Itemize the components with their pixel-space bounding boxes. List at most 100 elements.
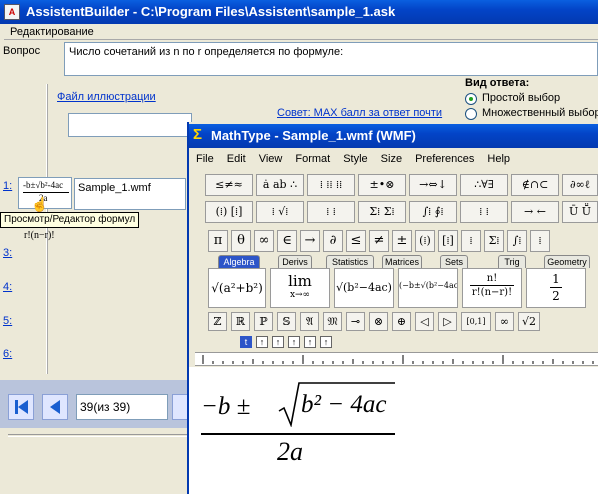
template-quadratic[interactable]: (−b±√(b²−4ac))/2a — [398, 268, 458, 308]
fractions-palette-button[interactable]: ⁞ √⁞ — [256, 201, 304, 223]
not-equal-button[interactable]: ≠ — [369, 230, 389, 252]
sums-palette-button[interactable]: Σ⁞ Σ⁞ — [358, 201, 406, 223]
integrals-palette-button[interactable]: ∫⁞ ∮⁞ — [409, 201, 457, 223]
illustration-field[interactable] — [68, 113, 192, 137]
tab-derivs[interactable]: Derivs — [278, 255, 312, 268]
fraction-button[interactable]: ⁞ — [461, 230, 481, 252]
partial-button[interactable]: ∂ — [323, 230, 343, 252]
tip-link[interactable]: Совет: MAX балл за ответ почти — [277, 107, 442, 119]
sets-palette-button[interactable]: ∉∩⊂ — [511, 174, 559, 196]
answer-number-1[interactable]: 1: — [3, 180, 12, 192]
integral-button[interactable]: ∫⁞ — [507, 230, 527, 252]
answer-number-3[interactable]: 3: — [3, 247, 12, 259]
sum-button[interactable]: Σ⁞ — [484, 230, 504, 252]
sqrt2-button[interactable]: √2 — [518, 312, 540, 331]
menu-view[interactable]: View — [259, 153, 283, 165]
template-discriminant[interactable]: √(b²−4ac) — [334, 268, 394, 308]
tab-algebra[interactable]: Algebra — [218, 255, 260, 268]
products-palette-button[interactable]: Ū Ṻ — [562, 201, 598, 223]
operators-palette-button[interactable]: ±•⊗ — [358, 174, 406, 196]
main-title-bar[interactable]: AssistentBuilder - C:\Program Files\Assi… — [0, 0, 598, 24]
record-counter[interactable]: 39(из 39) — [76, 394, 168, 420]
align-button-2[interactable]: ↑ — [272, 336, 284, 348]
embellishments-palette-button[interactable]: ⁞ ⁞⁞ ⁞⁞ — [307, 174, 355, 196]
menu-style[interactable]: Style — [343, 153, 367, 165]
scripts-palette-button[interactable]: ⁞ ⁞ — [307, 201, 355, 223]
tab-sets[interactable]: Sets — [440, 255, 468, 268]
first-record-button[interactable] — [8, 394, 34, 420]
oplus-button[interactable]: ⊕ — [392, 312, 411, 331]
infinity-2-button[interactable]: ∞ — [495, 312, 514, 331]
integers-button[interactable]: ℤ — [208, 312, 227, 331]
pi-button[interactable]: π — [208, 230, 228, 252]
subscript-button[interactable]: ⁞ — [530, 230, 550, 252]
labeled-arrows-palette-button[interactable]: → ← — [511, 201, 559, 223]
tab-trig[interactable]: Trig — [498, 255, 526, 268]
fraktur-a-button[interactable]: 𝔄 — [300, 312, 319, 331]
bars-palette-button[interactable]: ⁞ ⁞ — [460, 201, 508, 223]
reals-button[interactable]: ℝ — [231, 312, 250, 331]
align-button-1[interactable]: ↑ — [256, 336, 268, 348]
misc-palette-button[interactable]: ∂∞ℓ — [562, 174, 598, 196]
question-field[interactable]: Число сочетаний из n по r определяется п… — [64, 42, 598, 76]
align-button-3[interactable]: ↑ — [288, 336, 300, 348]
answer-number-5[interactable]: 5: — [3, 315, 12, 327]
template-combination[interactable]: n! r!(n−r)! — [462, 268, 522, 308]
arrows-palette-button[interactable]: →⇔↓ — [409, 174, 457, 196]
tab-matrices[interactable]: Matrices — [382, 255, 422, 268]
next-record-button[interactable] — [172, 394, 188, 420]
otimes-button[interactable]: ⊗ — [369, 312, 388, 331]
fraktur-m-button[interactable]: 𝔐 — [323, 312, 342, 331]
simple-choice-radio[interactable] — [465, 93, 477, 105]
interval-button[interactable]: [0,1] — [461, 312, 491, 331]
spaces-palette-button[interactable]: ȧ ab ∴ — [256, 174, 304, 196]
multimap-button[interactable]: ⊸ — [346, 312, 365, 331]
multiple-choice-radio[interactable] — [465, 108, 477, 120]
parens-button[interactable]: (⁞) — [415, 230, 435, 252]
simple-choice-label[interactable]: Простой выбор — [482, 92, 560, 104]
script-s-button[interactable]: 𝕊 — [277, 312, 296, 331]
menu-edit[interactable]: Edit — [227, 153, 246, 165]
tab-bar: Algebra Derivs Statistics Matrices Sets … — [208, 255, 598, 269]
small-symbol-bar: π θ ∞ ∈ → ∂ ≤ ≠ ± (⁞) [⁞] ⁞ Σ⁞ ∫⁞ ⁞ — [208, 230, 598, 252]
menu-file[interactable]: File — [196, 153, 214, 165]
template-half-line — [550, 287, 562, 288]
align-button-4[interactable]: ↑ — [304, 336, 316, 348]
logic-palette-button[interactable]: ∴∀∃ — [460, 174, 508, 196]
illustration-link[interactable]: Файл иллюстрации — [57, 91, 156, 103]
plus-minus-button[interactable]: ± — [392, 230, 412, 252]
hand-cursor-icon: ☝ — [31, 196, 49, 212]
ruler[interactable] — [195, 352, 598, 366]
multiple-choice-label[interactable]: Множественный выбор — [482, 107, 598, 119]
thumb-numerator: -b±√b²-4ac — [23, 180, 64, 190]
menu-size[interactable]: Size — [381, 153, 402, 165]
fences-palette-button[interactable]: (⁞) [⁞] — [205, 201, 253, 223]
right-arrow-button[interactable]: → — [300, 230, 320, 252]
align-button-5[interactable]: ↑ — [320, 336, 332, 348]
right-triangle-button[interactable]: ▷ — [438, 312, 457, 331]
tab-statistics[interactable]: Statistics — [326, 255, 374, 268]
formula-editor-canvas[interactable]: −b ± b² − 4ac 2a — [189, 367, 598, 494]
menu-preferences[interactable]: Preferences — [415, 153, 474, 165]
mathtype-title-bar[interactable]: MathType - Sample_1.wmf (WMF) — [189, 124, 598, 148]
menu-format[interactable]: Format — [295, 153, 330, 165]
template-hypotenuse[interactable]: √(a²+b²) — [208, 268, 266, 308]
template-half[interactable]: 1 2 — [526, 268, 586, 308]
left-triangle-button[interactable]: ◁ — [415, 312, 434, 331]
answer-number-4[interactable]: 4: — [3, 281, 12, 293]
brackets-button[interactable]: [⁞] — [438, 230, 458, 252]
element-of-button[interactable]: ∈ — [277, 230, 297, 252]
answer-number-6[interactable]: 6: — [3, 348, 12, 360]
menu-help[interactable]: Help — [487, 153, 510, 165]
primes-button[interactable]: ℙ — [254, 312, 273, 331]
previous-record-button[interactable] — [42, 394, 68, 420]
template-limit[interactable]: lim x→∞ — [270, 268, 330, 308]
relations-palette-button[interactable]: ≤≠≈ — [205, 174, 253, 196]
tab-geometry[interactable]: Geometry — [544, 255, 590, 268]
infinity-button[interactable]: ∞ — [254, 230, 274, 252]
answer-1-field[interactable]: Sample_1.wmf — [74, 178, 186, 210]
tab-stop-left[interactable]: t — [240, 336, 252, 348]
theta-button[interactable]: θ — [231, 230, 251, 252]
symbol-bar-2: ℤ ℝ ℙ 𝕊 𝔄 𝔐 ⊸ ⊗ ⊕ ◁ ▷ [0,1] ∞ √2 — [208, 312, 598, 332]
less-equal-button[interactable]: ≤ — [346, 230, 366, 252]
